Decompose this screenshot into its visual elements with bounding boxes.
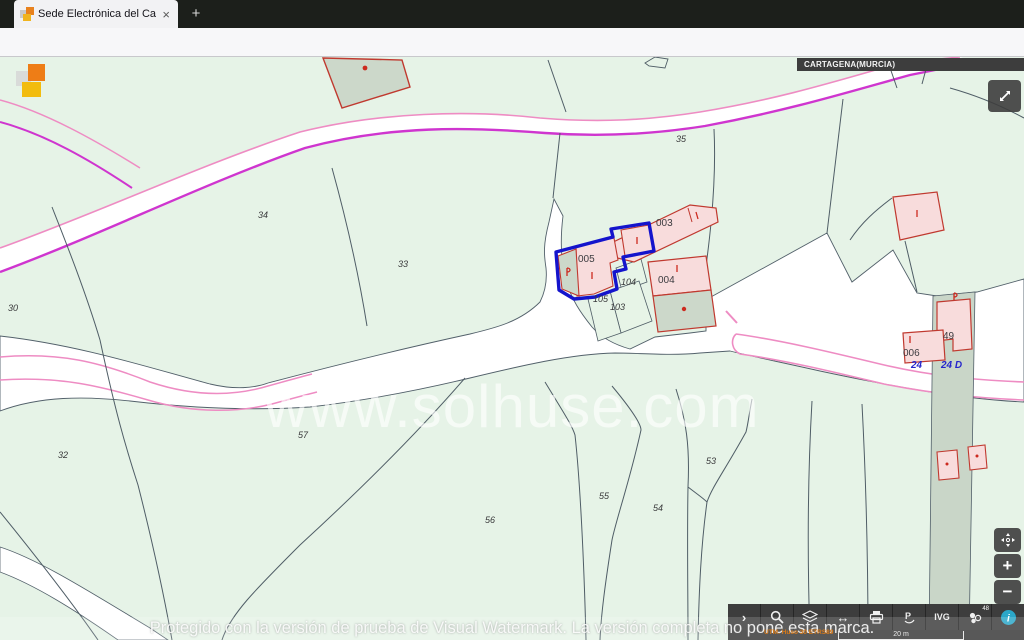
catastro-squares-logo xyxy=(14,63,48,103)
pan-arrows-icon xyxy=(1000,532,1016,548)
catastro-favicon xyxy=(20,7,34,21)
new-tab-button[interactable]: + xyxy=(186,4,206,24)
street-number-label: 24 xyxy=(911,360,922,371)
zoom-out-button[interactable]: − xyxy=(994,580,1021,604)
parcel-label: 53 xyxy=(706,456,716,466)
watermark-center: www.solhuse.com xyxy=(0,372,1024,441)
expand-arrows-icon xyxy=(997,88,1013,104)
parcel-label: 35 xyxy=(676,134,686,144)
parcel-label: 006 xyxy=(903,348,920,359)
parcel-label: 003 xyxy=(656,218,673,229)
municipality-label: CARTAGENA(MURCIA) xyxy=(797,58,1024,71)
browser-window: Sede Electrónica del Catastro × + ← → ⟳ … xyxy=(0,0,1024,640)
utm-reference-note: UTM. Huso 30 ETRS89 xyxy=(764,629,833,636)
tab-catastro[interactable]: Sede Electrónica del Catastro × xyxy=(14,0,178,28)
tab-bar: Sede Electrónica del Catastro × + xyxy=(0,0,1024,28)
tab-title: Sede Electrónica del Catastro xyxy=(38,8,156,20)
navigation-toolbar: ← → ⟳ ⌂ https://www1.sedecatastro.gob.es… xyxy=(0,28,1024,57)
parcel-label: 004 xyxy=(658,275,675,286)
parcel-label: 33 xyxy=(398,259,408,269)
cadastral-map-canvas[interactable] xyxy=(0,57,1024,640)
parcel-label: 55 xyxy=(599,491,609,501)
watermark-bottom: Protegido con la versión de prueba de Vi… xyxy=(0,617,1024,640)
parcel-label: 005 xyxy=(578,254,595,265)
parcel-label: 30 xyxy=(8,303,18,313)
parcel-label: 34 xyxy=(258,210,268,220)
pan-button[interactable] xyxy=(994,528,1021,552)
fullscreen-button[interactable] xyxy=(988,80,1021,112)
parcel-label: 105 xyxy=(593,294,608,304)
parcel-label: 54 xyxy=(653,503,663,513)
zoom-in-button[interactable]: + xyxy=(994,554,1021,578)
parcel-label: 32 xyxy=(58,450,68,460)
parcel-label: 103 xyxy=(610,302,625,312)
parcel-label: 56 xyxy=(485,515,495,525)
parcel-label: 104 xyxy=(621,277,636,287)
services-badge: 48 xyxy=(982,606,989,612)
tab-close-icon[interactable]: × xyxy=(160,7,172,22)
parcel-label: 49 xyxy=(943,331,954,342)
street-number-label: 24 D xyxy=(941,360,962,371)
